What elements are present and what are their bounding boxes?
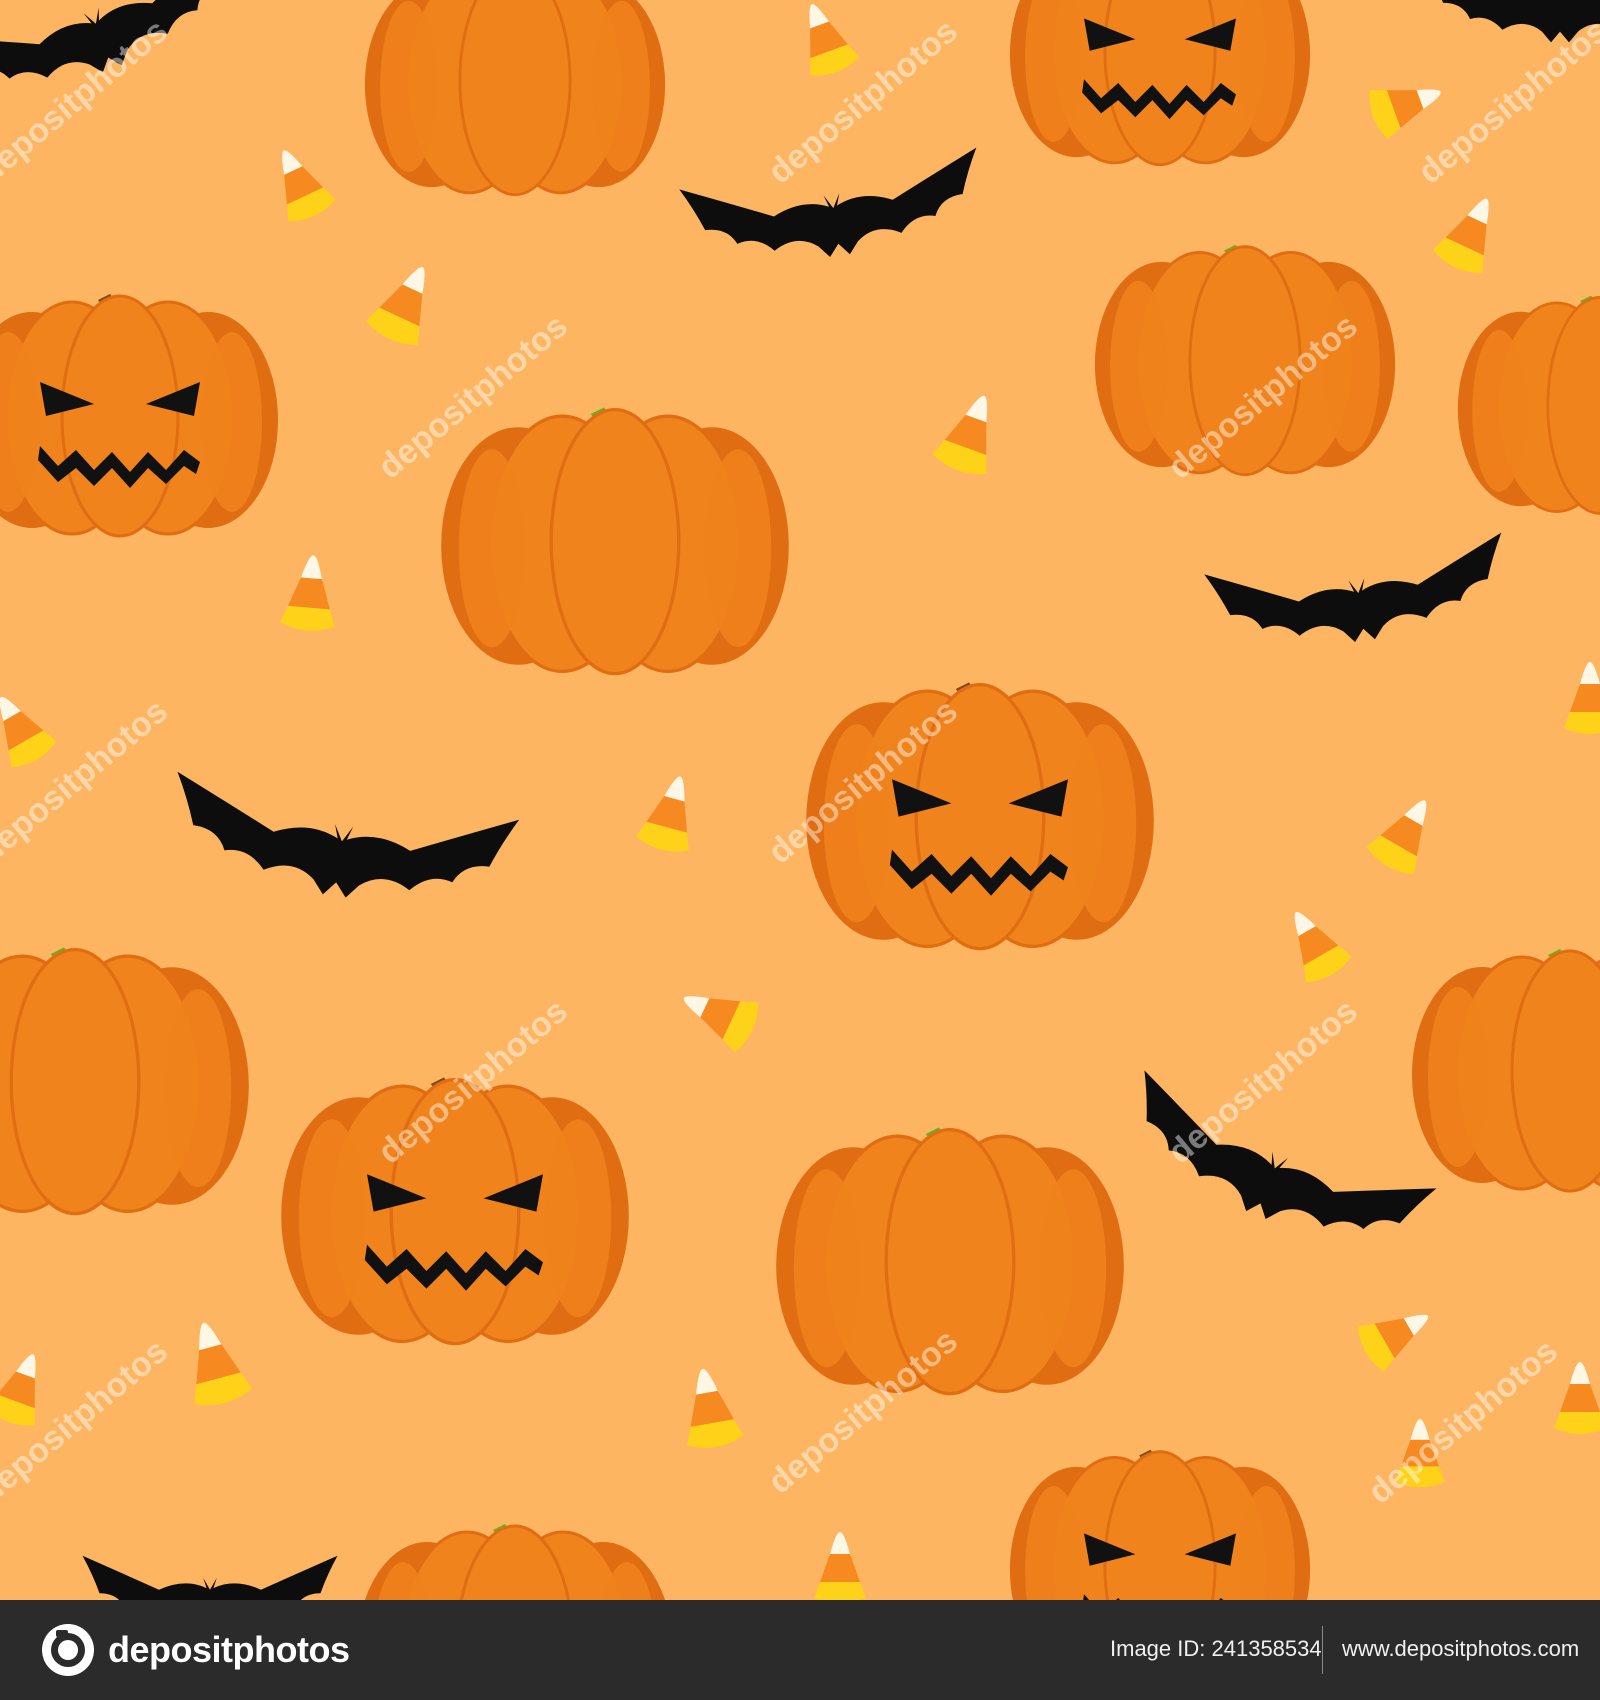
jack-o-lantern bbox=[806, 682, 1154, 951]
jack-o-lantern bbox=[0, 294, 278, 538]
brand-name: depositphotos bbox=[108, 1629, 350, 1670]
image-id-label: Image ID: bbox=[1110, 1636, 1206, 1661]
footer-bar: depositphotos Image ID: 241358534 www.de… bbox=[0, 1600, 1600, 1700]
pumpkin bbox=[441, 407, 789, 676]
jack-o-lantern bbox=[1009, 0, 1311, 167]
halloween-pattern: depositphotosdepositphotosdepositphotosd… bbox=[0, 0, 1600, 1600]
camera-logo-icon bbox=[42, 1624, 94, 1676]
pumpkin bbox=[1094, 244, 1396, 477]
site-url: www.depositphotos.com bbox=[1342, 1636, 1580, 1661]
image-canvas: depositphotos depositphotos depositphotos d… bbox=[0, 0, 1600, 1700]
pumpkin bbox=[0, 947, 249, 1216]
image-id: Image ID: 241358534 bbox=[1110, 1636, 1322, 1662]
footer-divider bbox=[1322, 1626, 1323, 1674]
pumpkin bbox=[364, 0, 666, 197]
image-id-value: 241358534 bbox=[1211, 1636, 1322, 1661]
brand-logo: depositphotos bbox=[40, 1622, 350, 1678]
